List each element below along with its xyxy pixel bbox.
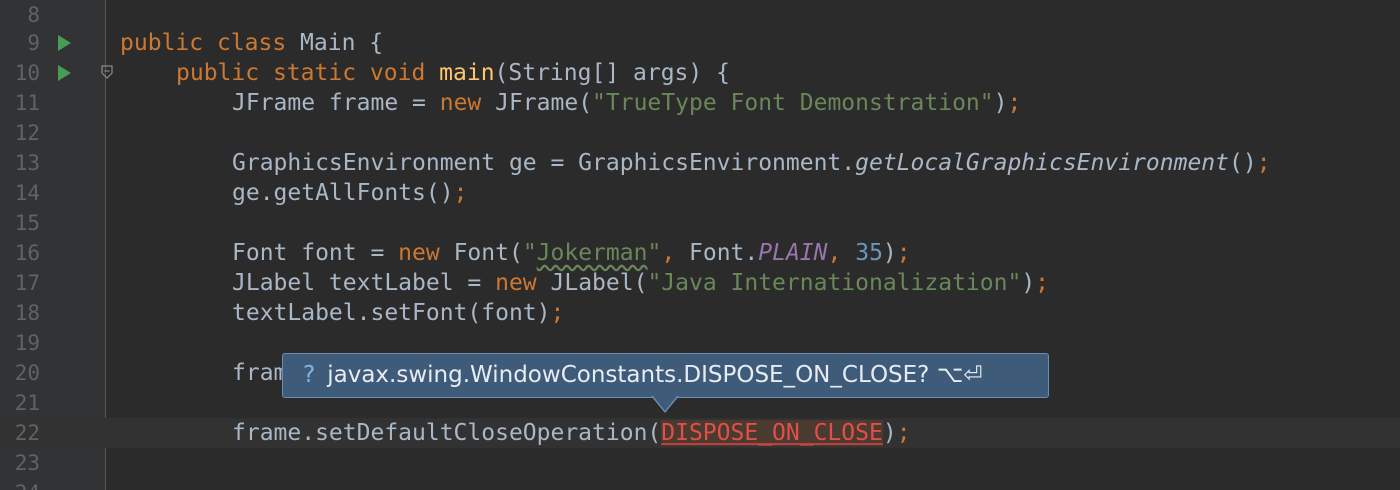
- code-line[interactable]: 15: [0, 208, 1400, 238]
- question-icon: ?: [303, 362, 316, 388]
- code-text[interactable]: JLabel textLabel = new JLabel("Java Inte…: [232, 268, 1049, 298]
- line-number: 14: [14, 181, 40, 205]
- code-line[interactable]: 18 textLabel.setFont(font);: [0, 298, 1400, 328]
- line-number: 17: [14, 271, 40, 295]
- run-icon[interactable]: [58, 65, 71, 81]
- code-line[interactable]: 16 Font font = new Font("Jokerman", Font…: [0, 238, 1400, 268]
- unresolved-symbol[interactable]: DISPOSE_ON_CLOSE: [661, 420, 883, 446]
- code-line[interactable]: 24: [0, 478, 1400, 490]
- code-line[interactable]: 8: [0, 0, 1400, 30]
- line-number: 16: [14, 241, 40, 265]
- code-text[interactable]: public class Main {: [120, 28, 383, 58]
- code-line[interactable]: 14 ge.getAllFonts();: [0, 178, 1400, 208]
- code-line[interactable]: 10 public static void main(String[] args…: [0, 58, 1400, 88]
- line-number: 22: [14, 421, 40, 445]
- line-number: 12: [14, 121, 40, 145]
- line-number: 10: [14, 61, 40, 85]
- code-text[interactable]: Font font = new Font("Jokerman", Font.PL…: [232, 238, 911, 268]
- typo-word: Jokerman: [536, 240, 648, 266]
- line-number: 23: [14, 451, 40, 475]
- line-number: 20: [14, 361, 40, 385]
- code-text[interactable]: GraphicsEnvironment ge = GraphicsEnviron…: [232, 148, 1271, 178]
- code-line[interactable]: 9 public class Main {: [0, 28, 1400, 58]
- run-icon[interactable]: [58, 35, 71, 51]
- code-text[interactable]: frame.setDefaultCloseOperation(DISPOSE_O…: [232, 418, 911, 448]
- code-text[interactable]: textLabel.setFont(font);: [232, 298, 564, 328]
- line-number: 15: [14, 211, 40, 235]
- code-line[interactable]: 23: [0, 448, 1400, 478]
- import-suggestion-popup[interactable]: ? javax.swing.WindowConstants.DISPOSE_ON_…: [282, 353, 1049, 398]
- line-number: 13: [14, 151, 40, 175]
- code-line[interactable]: 17 JLabel textLabel = new JLabel("Java I…: [0, 268, 1400, 298]
- code-text[interactable]: ge.getAllFonts();: [232, 178, 467, 208]
- line-number: 19: [14, 331, 40, 355]
- fold-icon[interactable]: [101, 65, 113, 79]
- line-number: 8: [27, 3, 40, 27]
- code-line[interactable]: 12: [0, 118, 1400, 148]
- line-number: 11: [14, 91, 40, 115]
- code-line[interactable]: 11 JFrame frame = new JFrame("TrueType F…: [0, 88, 1400, 118]
- code-text[interactable]: JFrame frame = new JFrame("TrueType Font…: [232, 88, 1021, 118]
- popup-pointer-fill: [653, 396, 677, 411]
- code-editor[interactable]: 8 9 public class Main { 10 public static…: [0, 0, 1400, 490]
- code-text[interactable]: fram: [232, 358, 287, 388]
- line-number: 9: [27, 31, 40, 55]
- code-line-current[interactable]: 22 frame.setDefaultCloseOperation(DISPOS…: [0, 418, 1400, 448]
- line-number: 21: [14, 391, 40, 415]
- code-line[interactable]: 13 GraphicsEnvironment ge = GraphicsEnvi…: [0, 148, 1400, 178]
- code-text[interactable]: public static void main(String[] args) {: [176, 58, 730, 88]
- import-suggestion-text[interactable]: javax.swing.WindowConstants.DISPOSE_ON_C…: [327, 362, 982, 388]
- line-number: 24: [0, 478, 40, 490]
- line-number: 18: [14, 301, 40, 325]
